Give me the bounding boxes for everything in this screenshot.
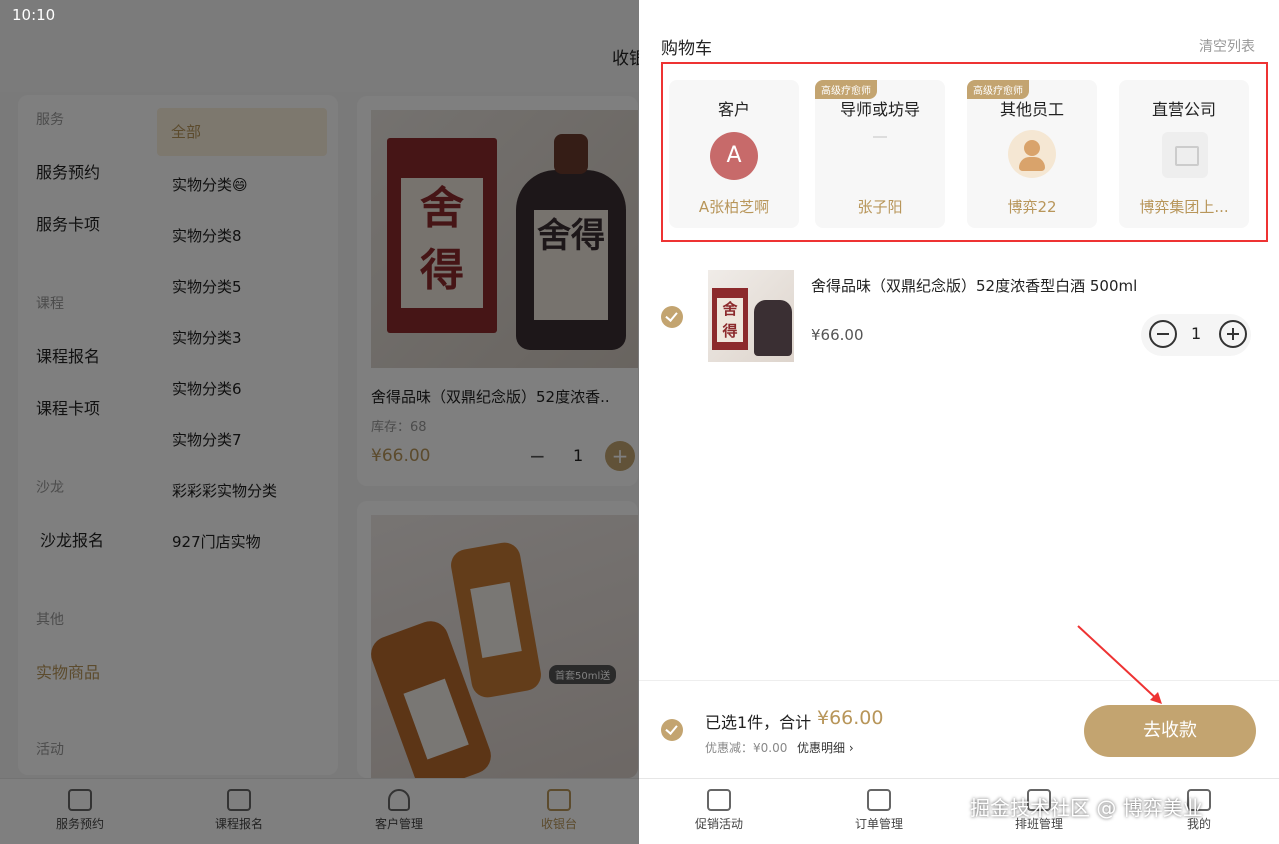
item-checkbox[interactable] xyxy=(661,306,683,328)
cart-title: 购物车 xyxy=(661,39,712,59)
staff-role: 其他员工 xyxy=(999,100,1064,119)
clipboard-icon xyxy=(867,789,891,811)
cart-footer: 已选1件，合计 ¥66.00 优惠减：¥0.00 优惠明细 › 去收款 xyxy=(639,680,1279,778)
image-placeholder-icon xyxy=(1162,132,1208,178)
clear-list-button[interactable]: 清空列表 xyxy=(1199,36,1255,56)
staff-role: 客户 xyxy=(717,100,750,119)
select-all-checkbox[interactable] xyxy=(661,719,683,741)
staff-tag: 高级疗愈师 xyxy=(967,80,1029,99)
tab-orders[interactable]: 订单管理 xyxy=(819,779,939,844)
item-quantity: 1 xyxy=(1191,324,1202,343)
staff-name: 博弈22 xyxy=(1007,198,1057,216)
discount-detail-link[interactable]: 优惠明细 › xyxy=(797,739,854,756)
tab-promotions[interactable]: 促销活动 xyxy=(659,779,779,844)
total-amount: ¥66.00 xyxy=(817,707,884,729)
thumb-label: 舍得 xyxy=(717,298,743,342)
staff-card-other-employee[interactable]: 高级疗愈师 其他员工 博弈22 xyxy=(967,80,1097,228)
staff-card-customer[interactable]: 客户 A A张柏芝啊 xyxy=(669,80,799,228)
watermark: 掘金技术社区 @ 博弈美业 xyxy=(970,796,1203,820)
tab-label: 订单管理 xyxy=(854,817,903,831)
minus-icon[interactable] xyxy=(1149,320,1177,348)
status-time: 10:10 xyxy=(12,6,56,24)
modal-overlay[interactable] xyxy=(0,0,639,844)
avatar xyxy=(873,136,887,138)
item-thumbnail: 舍得 xyxy=(708,270,794,362)
ticket-icon xyxy=(707,789,731,811)
selected-summary: 已选1件，合计 xyxy=(705,713,812,732)
staff-name: 博弈集团上... xyxy=(1139,198,1229,216)
item-price: ¥66.00 xyxy=(811,326,864,344)
staff-card-mentor[interactable]: 高级疗愈师 导师或坊导 张子阳 xyxy=(815,80,945,228)
item-name: 舍得品味（双鼎纪念版）52度浓香型白酒 500ml xyxy=(811,277,1138,295)
staff-name: 张子阳 xyxy=(857,198,903,216)
tab-label: 促销活动 xyxy=(694,817,743,831)
thumb-bottle xyxy=(754,300,792,356)
staff-role: 导师或坊导 xyxy=(839,100,920,119)
checkout-button[interactable]: 去收款 xyxy=(1084,705,1256,757)
staff-selection-box: 客户 A A张柏芝啊 高级疗愈师 导师或坊导 张子阳 高级疗愈师 其他员工 博弈… xyxy=(661,62,1268,242)
discount-amount: 优惠减：¥0.00 xyxy=(705,741,788,755)
annotation-arrow xyxy=(1077,625,1162,704)
cart-drawer: 购物车 清空列表 客户 A A张柏芝啊 高级疗愈师 导师或坊导 张子阳 高级疗愈… xyxy=(639,0,1279,778)
person-avatar-icon xyxy=(1008,130,1056,178)
avatar: A xyxy=(710,132,758,180)
staff-name: A张柏芝啊 xyxy=(698,198,770,216)
quantity-stepper: 1 xyxy=(1141,314,1251,356)
staff-tag: 高级疗愈师 xyxy=(815,80,877,99)
staff-card-company[interactable]: 直营公司 博弈集团上... xyxy=(1119,80,1249,228)
staff-role: 直营公司 xyxy=(1151,100,1216,119)
plus-icon[interactable] xyxy=(1219,320,1247,348)
